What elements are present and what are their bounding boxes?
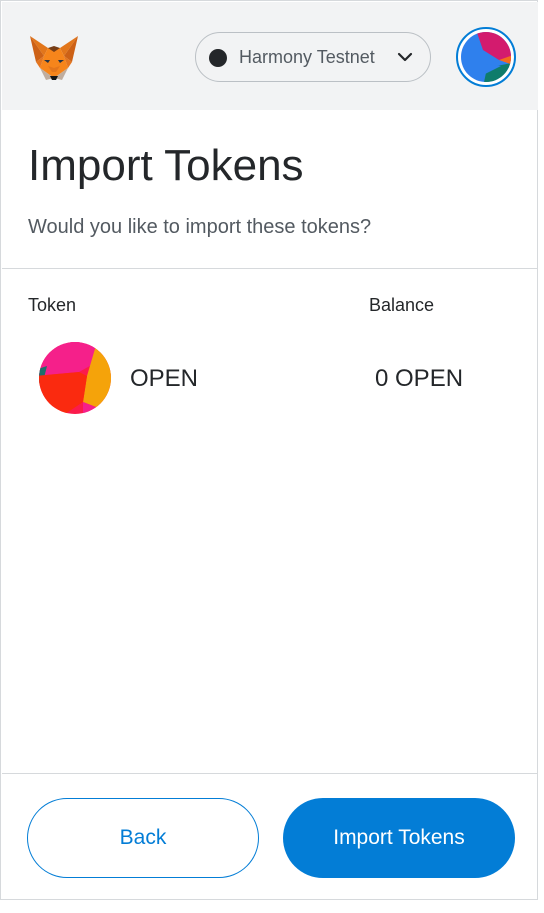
network-selector[interactable]: Harmony Testnet: [195, 32, 431, 82]
divider: [2, 773, 538, 774]
page-subtitle: Would you like to import these tokens?: [28, 216, 372, 238]
chevron-down-icon: [397, 52, 413, 62]
column-header-token: Token: [28, 295, 77, 315]
network-status-dot: [209, 49, 227, 67]
token-jazzicon: [39, 342, 111, 414]
metamask-fox-icon[interactable]: [28, 32, 80, 84]
page-title: Import Tokens: [28, 141, 304, 190]
divider: [2, 268, 538, 269]
import-tokens-button[interactable]: Import Tokens: [283, 798, 515, 878]
back-button[interactable]: Back: [27, 798, 259, 878]
app-header: Harmony Testnet: [2, 2, 538, 110]
token-symbol: OPEN: [130, 365, 199, 392]
network-name: Harmony Testnet: [239, 47, 375, 67]
jazzicon-avatar: [461, 32, 511, 82]
popup-frame: Harmony Testnet Import Tokens Would you …: [0, 0, 538, 900]
account-menu-button[interactable]: [456, 27, 516, 87]
column-header-balance: Balance: [369, 295, 435, 315]
token-balance: 0 OPEN: [375, 365, 464, 392]
